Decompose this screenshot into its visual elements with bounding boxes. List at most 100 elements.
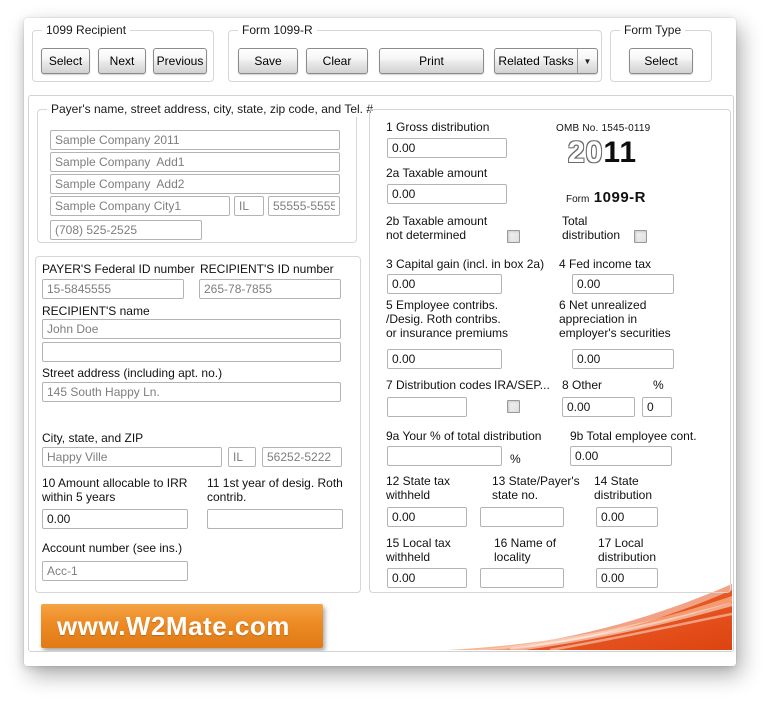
- payer-group-title: Payer's name, street address, city, stat…: [47, 102, 378, 117]
- recipient-name-label: RECIPIENT'S name: [42, 304, 150, 318]
- box1-field[interactable]: [387, 138, 507, 158]
- form-type-select-button[interactable]: Select: [629, 48, 693, 74]
- print-label: Print: [419, 54, 444, 68]
- box5-field[interactable]: [387, 349, 502, 369]
- recipient-id-label: RECIPIENT'S ID number: [200, 262, 334, 276]
- recipient-previous-button[interactable]: Previous: [153, 48, 207, 74]
- box5-label: 5 Employee contribs. /Desig. Roth contri…: [386, 298, 509, 340]
- recipient-zip-field[interactable]: [262, 447, 342, 467]
- form-name: Form 1099-R: [566, 189, 646, 207]
- box10-field[interactable]: [42, 509, 188, 529]
- group-form-type: Form Type Select: [610, 23, 712, 82]
- payer-address2-field[interactable]: [50, 174, 340, 194]
- payer-fed-id-label: PAYER'S Federal ID number: [42, 262, 195, 276]
- box8-percent-field[interactable]: [642, 397, 672, 417]
- recipient-state-field[interactable]: [228, 447, 256, 467]
- box10-label: 10 Amount allocable to IRR within 5 year…: [42, 476, 188, 504]
- street-address-label: Street address (including apt. no.): [42, 366, 223, 380]
- box2a-label: 2a Taxable amount: [386, 166, 488, 180]
- ira-sep-checkbox[interactable]: [507, 400, 520, 413]
- form-panel: Payer's name, street address, city, stat…: [28, 95, 734, 652]
- chevron-down-icon: ▼: [583, 56, 592, 66]
- recipient-next-button[interactable]: Next: [98, 48, 146, 74]
- recipient-name-field[interactable]: [42, 319, 341, 339]
- form-1099r-boxes-group: 1 Gross distribution OMB No. 1545-0119 2…: [369, 109, 731, 593]
- payer-city-field[interactable]: [50, 196, 230, 216]
- save-label: Save: [254, 54, 282, 68]
- group-form-1099r-title: Form 1099-R: [238, 23, 317, 38]
- box12-label: 12 State tax withheld: [386, 474, 451, 502]
- group-form-type-title: Form Type: [620, 23, 686, 38]
- box16-field[interactable]: [480, 568, 564, 588]
- group-1099-recipient-title: 1099 Recipient: [42, 23, 131, 38]
- form-type-select-label: Select: [644, 54, 678, 68]
- box2a-field[interactable]: [387, 184, 507, 204]
- omb-number: OMB No. 1545-0119: [556, 123, 651, 134]
- box17-field[interactable]: [596, 568, 658, 588]
- street-address-field[interactable]: [42, 382, 341, 402]
- tax-year: 2011: [568, 136, 637, 170]
- payer-fed-id-field[interactable]: [42, 279, 184, 299]
- box7-field[interactable]: [387, 397, 467, 417]
- tax-year-outline: 20: [568, 136, 604, 169]
- total-distribution-checkbox[interactable]: [634, 230, 647, 243]
- total-distribution-label: Total distribution: [562, 214, 621, 242]
- box1-label: 1 Gross distribution: [386, 120, 490, 134]
- recipient-city-field[interactable]: [42, 447, 222, 467]
- recipient-next-label: Next: [109, 54, 135, 68]
- print-button[interactable]: Print: [379, 48, 484, 74]
- app-window: 1099 Recipient Select Next Previous Form…: [24, 18, 736, 666]
- box6-label: 6 Net unrealized appreciation in employe…: [559, 298, 671, 340]
- recipient-id-field[interactable]: [199, 279, 341, 299]
- payer-phone-field[interactable]: [50, 220, 202, 240]
- group-form-1099r: Form 1099-R Save Clear Print Related Tas…: [228, 23, 602, 82]
- box2b-checkbox[interactable]: [507, 230, 520, 243]
- payer-state-field[interactable]: [234, 196, 264, 216]
- box9b-label: 9b Total employee cont.: [570, 429, 697, 443]
- box3-label: 3 Capital gain (incl. in box 2a): [386, 257, 545, 271]
- ira-sep-label: IRA/SEP...: [494, 378, 550, 392]
- clear-button[interactable]: Clear: [306, 48, 368, 74]
- related-tasks-label: Related Tasks: [498, 54, 574, 68]
- w2mate-banner[interactable]: www.W2Mate.com: [41, 604, 323, 648]
- group-1099-recipient: 1099 Recipient Select Next Previous: [32, 23, 214, 82]
- box11-field[interactable]: [207, 509, 343, 529]
- box14-field[interactable]: [596, 507, 658, 527]
- clear-label: Clear: [322, 54, 352, 68]
- box8-field[interactable]: [562, 397, 635, 417]
- account-number-field[interactable]: [42, 561, 188, 581]
- box2b-label: 2b Taxable amount not determined: [386, 214, 488, 242]
- payer-zip-field[interactable]: [268, 196, 340, 216]
- box15-field[interactable]: [387, 568, 467, 588]
- box9b-field[interactable]: [570, 446, 672, 466]
- box4-field[interactable]: [572, 274, 674, 294]
- box13-field[interactable]: [480, 507, 564, 527]
- recipient-select-button[interactable]: Select: [41, 48, 90, 74]
- box12-field[interactable]: [387, 507, 467, 527]
- box15-label: 15 Local tax withheld: [386, 536, 451, 564]
- box3-field[interactable]: [387, 274, 502, 294]
- box9a-label: 9a Your % of total distribution: [386, 429, 542, 443]
- box9a-field[interactable]: [387, 446, 502, 466]
- related-tasks-button[interactable]: Related Tasks ▼: [494, 48, 598, 74]
- recipient-select-label: Select: [48, 54, 83, 68]
- box8-label: 8 Other: [562, 378, 603, 392]
- recipient-name2-field[interactable]: [42, 342, 341, 362]
- payer-address1-field[interactable]: [50, 152, 340, 172]
- save-button[interactable]: Save: [238, 48, 298, 74]
- box6-field[interactable]: [572, 349, 674, 369]
- box9a-percent-suffix: %: [510, 452, 521, 466]
- city-state-zip-label: City, state, and ZIP: [42, 431, 144, 445]
- box17-label: 17 Local distribution: [598, 536, 657, 564]
- payer-group: Payer's name, street address, city, stat…: [37, 102, 378, 243]
- payer-name-field[interactable]: [50, 130, 340, 150]
- account-number-label: Account number (see ins.): [42, 541, 183, 555]
- box7-label: 7 Distribution codes: [386, 378, 492, 392]
- form-word: Form: [566, 194, 590, 205]
- box13-label: 13 State/Payer's state no.: [492, 474, 580, 502]
- recipient-group: PAYER'S Federal ID number RECIPIENT'S ID…: [35, 256, 361, 593]
- box4-label: 4 Fed income tax: [559, 257, 652, 271]
- tax-year-bold: 11: [603, 136, 638, 169]
- box8-percent-label: %: [653, 378, 664, 392]
- related-tasks-dropdown[interactable]: ▼: [577, 49, 597, 73]
